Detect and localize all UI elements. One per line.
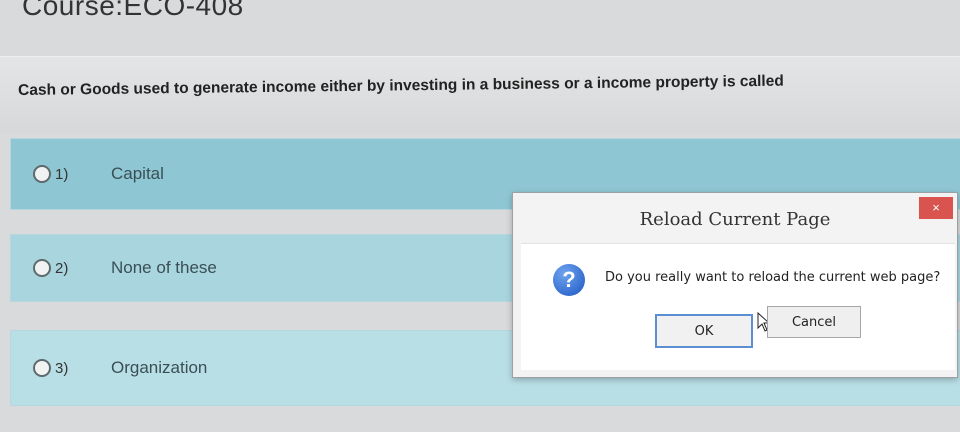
option-label: Capital [111, 164, 164, 183]
dialog-body: ? Do you really want to reload the curre… [521, 243, 955, 370]
option-label: Organization [111, 358, 208, 377]
ok-button[interactable]: OK [655, 314, 753, 348]
radio-button[interactable] [33, 359, 51, 377]
close-icon[interactable]: × [919, 197, 953, 219]
radio-button[interactable] [33, 165, 51, 183]
dialog-message: Do you really want to reload the current… [605, 270, 941, 285]
radio-button[interactable] [33, 259, 51, 277]
option-number: 3) [55, 359, 69, 377]
course-title: Course:ECO-408 [22, 0, 244, 21]
option-number: 2) [55, 259, 69, 277]
option-label: None of these [111, 258, 217, 277]
option-number: 1) [55, 165, 69, 183]
question-icon: ? [553, 264, 585, 296]
cancel-button[interactable]: Cancel [767, 306, 861, 338]
dialog-title: Reload Current Page [639, 209, 831, 230]
reload-dialog: Reload Current Page × ? Do you really wa… [512, 192, 958, 378]
